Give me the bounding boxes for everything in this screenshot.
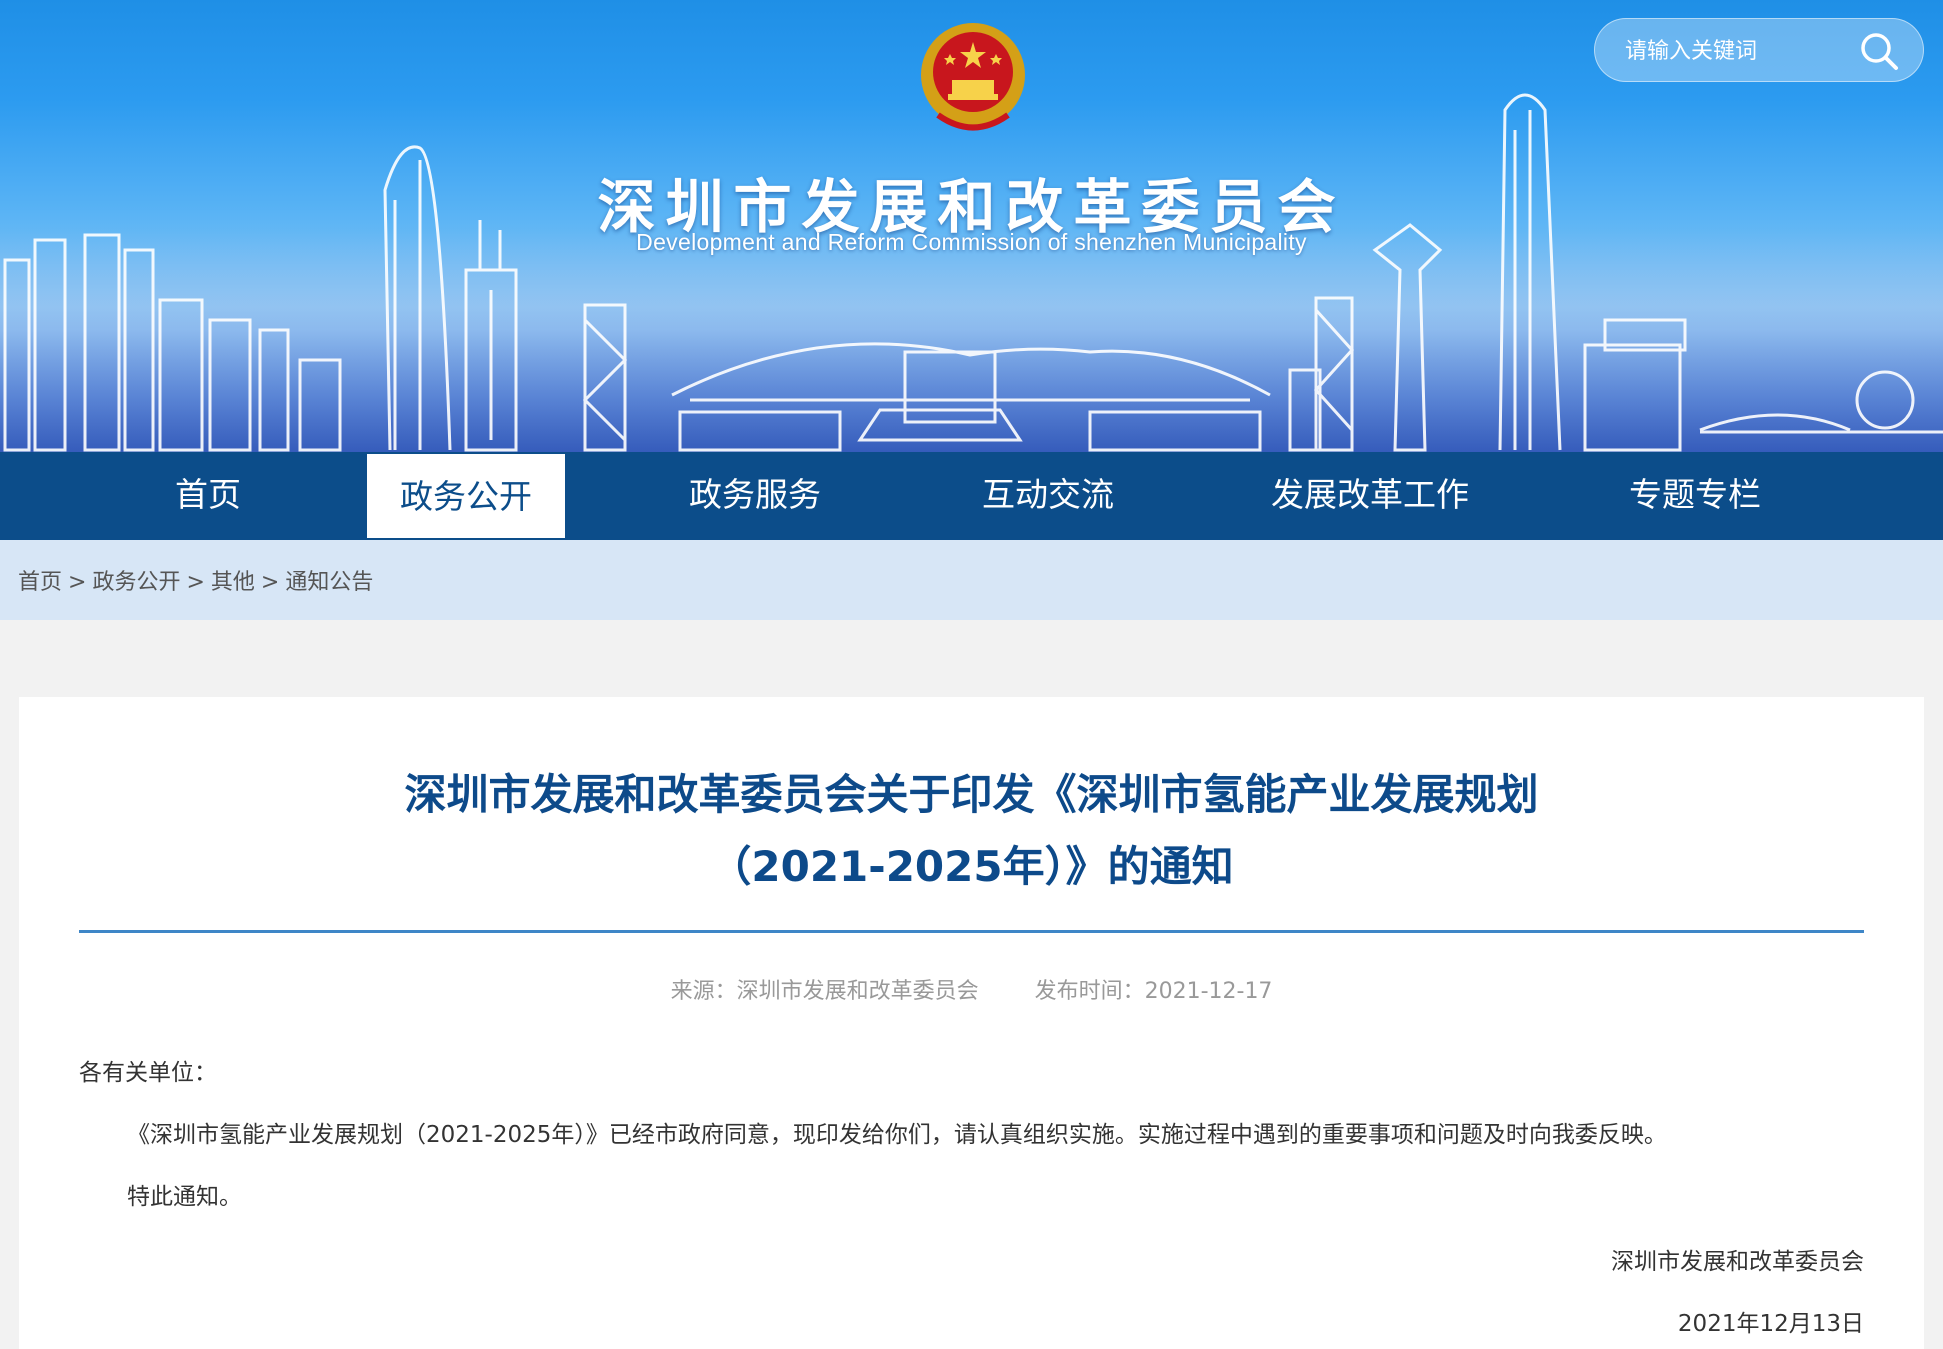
national-emblem-icon bbox=[918, 20, 1028, 136]
nav-item-interaction[interactable]: 互动交流 bbox=[953, 452, 1143, 540]
nav-item-government-affairs[interactable]: 政务公开 bbox=[367, 454, 565, 538]
site-header: 深圳市发展和改革委员会 Development and Reform Commi… bbox=[0, 0, 1943, 452]
site-subtitle: Development and Reform Commission of she… bbox=[636, 229, 1307, 255]
breadcrumb-separator: > bbox=[260, 570, 280, 595]
breadcrumb: 首页 > 政务公开 > 其他 > 通知公告 bbox=[18, 564, 373, 596]
breadcrumb-government-affairs[interactable]: 政务公开 bbox=[92, 570, 180, 595]
article-salutation: 各有关单位： bbox=[79, 1060, 217, 1086]
breadcrumb-bar: 首页 > 政务公开 > 其他 > 通知公告 bbox=[0, 540, 1943, 620]
article-paragraph: 《深圳市氢能产业发展规划（2021-2025年）》已经市政府同意，现印发给你们，… bbox=[127, 1122, 1667, 1148]
article-publish-date: 发布时间：2021-12-17 bbox=[1034, 979, 1273, 1004]
article-card: 深圳市发展和改革委员会关于印发《深圳市氢能产业发展规划 （2021-2025年）… bbox=[19, 697, 1924, 1349]
article-meta: 来源：深圳市发展和改革委员会 发布时间：2021-12-17 bbox=[79, 973, 1864, 1005]
breadcrumb-other[interactable]: 其他 bbox=[211, 570, 255, 595]
breadcrumb-notices[interactable]: 通知公告 bbox=[285, 570, 373, 595]
article-title-line-2: （2021-2025年）》的通知 bbox=[709, 842, 1234, 891]
breadcrumb-home[interactable]: 首页 bbox=[18, 570, 62, 595]
breadcrumb-separator: > bbox=[68, 570, 87, 595]
nav-item-government-services[interactable]: 政务服务 bbox=[660, 452, 850, 540]
search-icon[interactable] bbox=[1857, 29, 1901, 73]
title-divider bbox=[79, 930, 1864, 933]
search-input[interactable] bbox=[1625, 33, 1855, 69]
article-date: 2021年12月13日 bbox=[1677, 1311, 1864, 1337]
nav-item-home[interactable]: 首页 bbox=[118, 452, 298, 540]
article-title-line-1: 深圳市发展和改革委员会关于印发《深圳市氢能产业发展规划 bbox=[404, 770, 1539, 819]
nav-item-special-topics[interactable]: 专题专栏 bbox=[1600, 452, 1790, 540]
search-box[interactable] bbox=[1594, 18, 1924, 82]
main-nav: 首页 政务公开 政务服务 互动交流 发展改革工作 专题专栏 bbox=[0, 452, 1943, 540]
nav-item-development-reform[interactable]: 发展改革工作 bbox=[1250, 452, 1490, 540]
article-closing: 特此通知。 bbox=[127, 1184, 242, 1210]
article-source: 来源：深圳市发展和改革委员会 bbox=[670, 979, 979, 1004]
article-signature: 深圳市发展和改革委员会 bbox=[1611, 1249, 1864, 1275]
breadcrumb-separator: > bbox=[186, 570, 205, 595]
article-title: 深圳市发展和改革委员会关于印发《深圳市氢能产业发展规划 （2021-2025年）… bbox=[79, 759, 1864, 903]
